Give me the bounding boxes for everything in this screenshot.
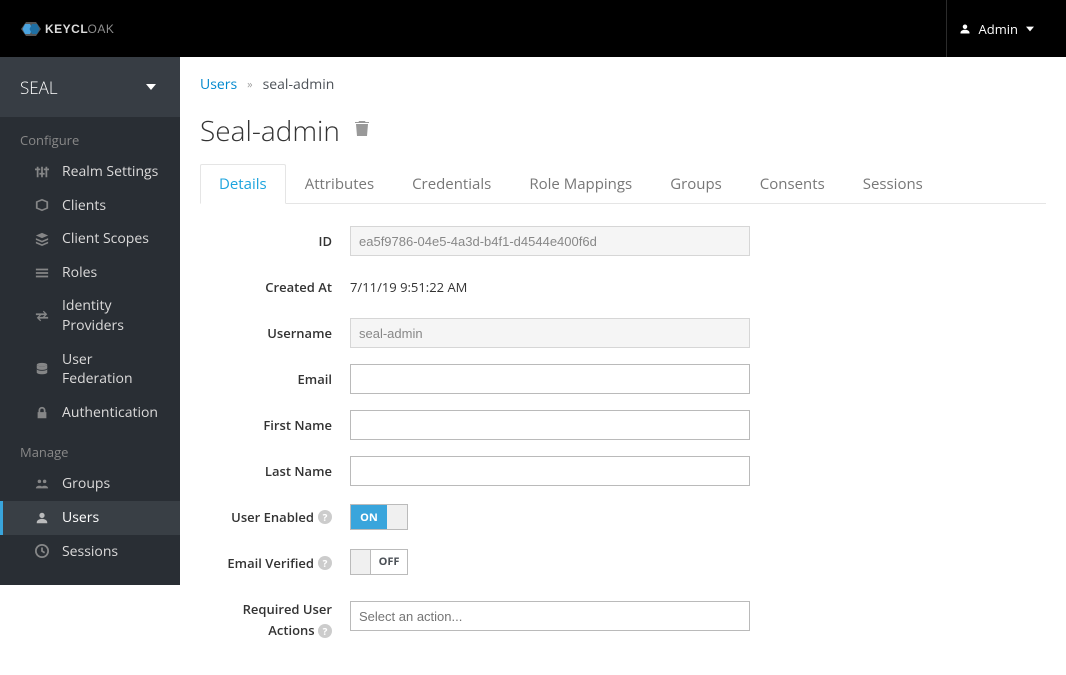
- lastname-field[interactable]: [350, 456, 750, 486]
- toggle-on-label: ON: [351, 505, 387, 529]
- required-actions-select[interactable]: [350, 601, 750, 631]
- toggle-handle: [387, 505, 407, 529]
- user-enabled-label: User Enabled ?: [200, 502, 350, 526]
- sidebar-item-label: Roles: [62, 263, 160, 283]
- email-label: Email: [200, 364, 350, 388]
- admin-dropdown[interactable]: Admin: [946, 0, 1046, 57]
- sidebar-item-label: Realm Settings: [62, 162, 160, 182]
- sidebar-item-identity-providers[interactable]: Identity Providers: [0, 289, 180, 342]
- sidebar-item-label: Identity Providers: [62, 296, 160, 335]
- sidebar-item-label: Authentication: [62, 403, 160, 423]
- stack-icon: [34, 231, 50, 247]
- created-label: Created At: [200, 272, 350, 296]
- help-icon[interactable]: ?: [318, 556, 332, 570]
- user-details-form: ID Created At 7/11/19 9:51:22 AM Usernam…: [200, 226, 960, 639]
- lock-icon: [34, 405, 50, 421]
- sidebar-item-label: Groups: [62, 474, 160, 494]
- sidebar-item-client-scopes[interactable]: Client Scopes: [0, 222, 180, 256]
- exchange-icon: [34, 308, 50, 324]
- svg-text:OAK: OAK: [88, 22, 115, 36]
- user-icon: [34, 510, 50, 526]
- email-field[interactable]: [350, 364, 750, 394]
- page-title-text: Seal-admin: [200, 112, 340, 150]
- tab-credentials[interactable]: Credentials: [393, 164, 510, 204]
- id-label: ID: [200, 226, 350, 250]
- keycloak-logo-svg: KEYCL OAK: [20, 9, 170, 49]
- breadcrumb-link-users[interactable]: Users: [200, 75, 237, 94]
- sidebar-item-sessions[interactable]: Sessions: [0, 535, 180, 569]
- group-icon: [34, 476, 50, 492]
- help-icon[interactable]: ?: [318, 510, 332, 524]
- tab-details[interactable]: Details: [200, 164, 286, 204]
- tab-role-mappings[interactable]: Role Mappings: [510, 164, 651, 204]
- page-title: Seal-admin: [200, 112, 1046, 150]
- tab-attributes[interactable]: Attributes: [286, 164, 393, 204]
- required-actions-label: Required User Actions ?: [200, 594, 350, 639]
- breadcrumb-sep: »: [247, 77, 252, 92]
- sidebar-item-label: User Federation: [62, 350, 160, 389]
- realm-selector[interactable]: SEAL: [0, 57, 180, 117]
- keycloak-logo[interactable]: KEYCL OAK: [20, 9, 170, 49]
- user-enabled-toggle[interactable]: ON: [350, 504, 408, 530]
- lastname-label: Last Name: [200, 456, 350, 480]
- user-icon: [959, 23, 971, 35]
- created-value: 7/11/19 9:51:22 AM: [350, 278, 467, 296]
- sidebar-item-label: Clients: [62, 196, 160, 216]
- tab-sessions[interactable]: Sessions: [844, 164, 942, 204]
- delete-button[interactable]: [354, 119, 370, 143]
- clock-icon: [34, 543, 50, 559]
- sidebar-item-label: Client Scopes: [62, 229, 160, 249]
- firstname-field[interactable]: [350, 410, 750, 440]
- email-verified-label: Email Verified ?: [200, 548, 350, 572]
- toggle-handle: [351, 550, 371, 574]
- svg-text:KEYCL: KEYCL: [45, 22, 88, 36]
- breadcrumb: Users » seal-admin: [200, 75, 1046, 94]
- breadcrumb-current: seal-admin: [263, 75, 335, 94]
- sliders-icon: [34, 164, 50, 180]
- tab-groups[interactable]: Groups: [651, 164, 741, 204]
- tabs: Details Attributes Credentials Role Mapp…: [200, 164, 1046, 204]
- list-icon: [34, 265, 50, 281]
- topbar: KEYCL OAK Admin: [0, 0, 1066, 57]
- sidebar-item-users[interactable]: Users: [0, 501, 180, 535]
- email-verified-toggle[interactable]: OFF: [350, 549, 408, 575]
- sidebar-item-authentication[interactable]: Authentication: [0, 396, 180, 430]
- trash-icon: [354, 119, 370, 137]
- cube-icon: [34, 197, 50, 213]
- sidebar: SEAL Configure Realm Settings Clients Cl…: [0, 57, 180, 585]
- chevron-down-icon: [146, 82, 156, 92]
- section-manage: Manage: [0, 429, 180, 467]
- username-field[interactable]: [350, 318, 750, 348]
- sidebar-item-realm-settings[interactable]: Realm Settings: [0, 155, 180, 189]
- chevron-down-icon: [1026, 25, 1034, 33]
- sidebar-item-clients[interactable]: Clients: [0, 189, 180, 223]
- tab-consents[interactable]: Consents: [741, 164, 844, 204]
- admin-label: Admin: [979, 20, 1018, 38]
- database-icon: [34, 361, 50, 377]
- sidebar-item-groups[interactable]: Groups: [0, 467, 180, 501]
- username-label: Username: [200, 318, 350, 342]
- section-configure: Configure: [0, 117, 180, 155]
- sidebar-item-label: Users: [62, 508, 160, 528]
- toggle-off-label: OFF: [371, 550, 407, 574]
- sidebar-item-user-federation[interactable]: User Federation: [0, 343, 180, 396]
- sidebar-item-label: Sessions: [62, 542, 160, 562]
- main-content: Users » seal-admin Seal-admin Details At…: [180, 57, 1066, 675]
- firstname-label: First Name: [200, 410, 350, 434]
- sidebar-item-roles[interactable]: Roles: [0, 256, 180, 290]
- help-icon[interactable]: ?: [318, 624, 332, 638]
- id-field[interactable]: [350, 226, 750, 256]
- realm-name: SEAL: [20, 76, 58, 99]
